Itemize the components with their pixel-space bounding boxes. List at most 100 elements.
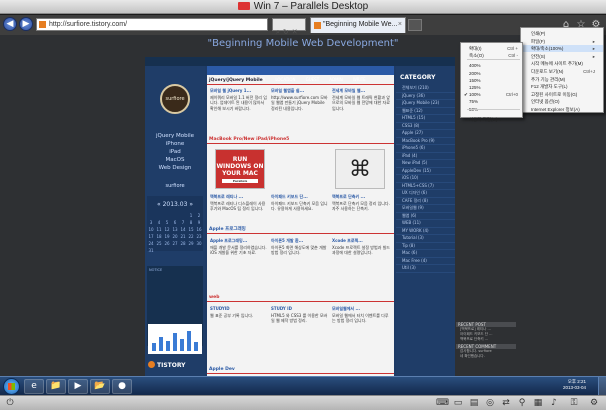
zoom-menu-item[interactable]: 125% (461, 84, 522, 91)
calendar-day[interactable]: 3 (147, 219, 155, 226)
category-item[interactable]: iPad (4) (396, 153, 455, 160)
drive-icon[interactable]: ▤ (468, 398, 480, 409)
calendar-day[interactable]: 9 (195, 219, 203, 226)
settings-gear-icon[interactable]: ⚙ (588, 398, 600, 409)
category-item[interactable]: 웹앱 (6) (396, 213, 455, 220)
back-button[interactable]: ◀ (3, 17, 17, 31)
category-item[interactable]: UX 디자인 (6) (396, 190, 455, 198)
zoom-menu-item[interactable]: 400% (461, 62, 522, 69)
category-item[interactable]: CAFE 정리 (8) (396, 198, 455, 205)
calendar-day[interactable]: 18 (155, 233, 163, 240)
cd-icon[interactable]: ◎ (484, 398, 496, 409)
calendar-day[interactable]: 23 (195, 233, 203, 240)
calendar-title[interactable]: « 2013.03 » (147, 201, 203, 209)
post-item[interactable]: 전세계 모바일 웹... 전세계 모바일 웹 트래픽 현황과 앞으로의 모바일 웹… (332, 88, 390, 132)
post-item[interactable]: 모바일 웹앱을 쉽... http://www.surfiore.com 모바일 … (271, 88, 329, 132)
category-item[interactable]: 웹표준 (12) (396, 108, 455, 115)
lock-icon[interactable]: ⚿ (568, 398, 580, 409)
calendar-day[interactable]: 12 (163, 226, 171, 233)
zoom-menu-item[interactable]: 확대(I) Ctrl + (461, 45, 522, 52)
new-tab-button[interactable] (408, 19, 422, 31)
zoom-menu-item[interactable]: 75% (461, 98, 522, 105)
post-item[interactable]: 아이패드 키보드 단... 아이패드 키보드 단축키 모음 입니다. 유용하게 사… (271, 194, 329, 222)
category-item[interactable]: MacBook Pro (9) (396, 138, 455, 145)
recent-comment-link[interactable]: 네 확인했습니다. (456, 354, 516, 359)
calendar-day[interactable]: 8 (187, 219, 195, 226)
tools-menu-item[interactable]: 파일(F) ▸ (521, 38, 603, 45)
category-item[interactable]: WEB (11) (396, 220, 455, 228)
post-item[interactable]: STUDYID 웹 표준 공부 기록 입니다. (210, 306, 268, 356)
calendar-day[interactable]: 26 (163, 240, 171, 247)
tools-menu-item[interactable]: F12 개발자 도구(L) (521, 83, 603, 90)
tools-menu-item[interactable]: 안전(S) ▸ (521, 53, 603, 60)
tools-menu-item[interactable]: 인쇄(P) (521, 30, 603, 37)
power-icon[interactable]: ⏻ (4, 398, 16, 409)
calendar-day[interactable]: 29 (187, 240, 195, 247)
category-item[interactable]: jQuery Mobile (23) (396, 100, 455, 108)
tools-menu-item[interactable]: 다운로드 보기(N) Ctrl+J (521, 68, 603, 75)
category-item[interactable]: 전체보기 (210) (396, 85, 455, 93)
display-icon[interactable]: ▭ (452, 398, 464, 409)
taskbar-explorer-icon[interactable]: 📁 (46, 379, 66, 394)
post-item[interactable]: 맥북프로 단축키 ... 맥북프로 단축키 모음 정리 입니다. 자주 사용하는 … (332, 194, 390, 222)
post-item[interactable]: Apple 프로그래밍... 애플 개발 문서를 정리하였습니다. iOS 개발을… (210, 238, 268, 288)
tools-menu-item[interactable]: 추가 기능 관리(M) (521, 76, 603, 83)
network-icon[interactable]: ⇄ (500, 398, 512, 409)
post-item[interactable]: 맥북프로 레티나 ... 맥북프로 레티나 디스플레이 사용 후기와 MacOS … (210, 194, 268, 222)
category-item[interactable]: Mac (6) (396, 250, 455, 258)
browser-tab[interactable]: "Beginning Mobile We... × (310, 17, 406, 33)
category-item[interactable]: MY WORK (4) (396, 228, 455, 235)
usb-icon[interactable]: ⚲ (516, 398, 528, 409)
calendar-day[interactable]: 16 (195, 226, 203, 233)
calendar-day[interactable]: 21 (179, 233, 187, 240)
post-item[interactable]: STUDY ID HTML5 와 CSS3 를 이용한 모바일 웹 제작 방법 정… (271, 306, 329, 356)
profile-logo[interactable]: surfiore (160, 84, 190, 114)
calendar-day[interactable]: 6 (171, 219, 179, 226)
zoom-menu-item[interactable]: 사용자 지정(C)... (461, 116, 522, 123)
category-item[interactable]: Apple (27) (396, 130, 455, 138)
system-clock[interactable]: 오후 2:21 2013-03-04 (563, 379, 586, 391)
tools-menu-item[interactable]: Internet Explorer 정보(A) (521, 106, 603, 113)
section-title[interactable]: web (207, 294, 394, 302)
category-item[interactable]: 모바일웹 (9) (396, 205, 455, 213)
calendar-day[interactable]: 30 (195, 240, 203, 247)
keyboard-icon[interactable]: ⌨ (436, 398, 449, 409)
zoom-menu-item[interactable]: ✔ 100% Ctrl+0 (461, 91, 522, 98)
section-title[interactable]: Apple 프로그래밍 (207, 226, 394, 234)
tistory-logo[interactable]: TISTORY (148, 360, 202, 372)
post-item[interactable]: 모바일 웹 jQuery 1... 제이쿼리 모바일 1.1 버전 정리 입니다.… (210, 88, 268, 132)
category-item[interactable]: jQuery (36) (396, 93, 455, 100)
section-title[interactable]: jQuery/jQuery Mobile (207, 77, 394, 85)
calendar-day[interactable]: 25 (155, 240, 163, 247)
calendar-day[interactable]: 13 (171, 226, 179, 233)
tools-menu-item[interactable]: 인터넷 옵션(O) (521, 98, 603, 105)
taskbar-media-player-icon[interactable]: ▶ (68, 379, 88, 394)
calendar-day[interactable]: 7 (179, 219, 187, 226)
category-item[interactable]: New iPad (5) (396, 160, 455, 168)
calendar-day[interactable]: 17 (147, 233, 155, 240)
taskbar-ie-icon[interactable]: e (24, 379, 44, 394)
zoom-menu-item[interactable]: 150% (461, 77, 522, 84)
calendar-day[interactable]: 4 (155, 219, 163, 226)
category-item[interactable]: iOS (10) (396, 175, 455, 183)
calendar-day[interactable]: 31 (147, 247, 155, 254)
post-thumbnail-command-icon[interactable]: ⌘ (335, 149, 385, 189)
section-title[interactable]: Apple Dev (207, 366, 394, 374)
post-item[interactable]: Xcode 프로젝... Xcode 프로젝트 설정 방법과 빌드 과정에 대한 … (332, 238, 390, 288)
post-item[interactable]: 아이폰5 개발 환... 아이폰5 화면 해상도에 맞춘 개발 방법 정리 입니다… (271, 238, 329, 288)
address-bar[interactable]: http://surfiore.tistory.com/ (36, 18, 268, 31)
start-button[interactable] (3, 378, 20, 395)
calendar-day[interactable]: 24 (147, 240, 155, 247)
calendar-day[interactable]: 15 (187, 226, 195, 233)
taskbar-folder-icon[interactable]: 📂 (90, 379, 110, 394)
shared-folder-icon[interactable]: ▦ (532, 398, 544, 409)
recent-post-link[interactable]: 맥북프로 단축키 ... (456, 337, 516, 342)
calendar-day[interactable]: 28 (179, 240, 187, 247)
post-thumbnail[interactable]: RUN WINDOWS ON YOUR MAC Parallels (215, 149, 265, 189)
calendar-day[interactable]: 20 (171, 233, 179, 240)
category-item[interactable]: Util (3) (396, 265, 455, 273)
category-item[interactable]: HTML5+CSS (7) (396, 183, 455, 190)
tools-menu-item[interactable]: 시작 메뉴에 사이트 추가(M) (521, 60, 603, 67)
calendar-day[interactable]: 10 (147, 226, 155, 233)
section-title[interactable]: MacBook Pro/New iPad/iPhone5 (207, 136, 394, 144)
